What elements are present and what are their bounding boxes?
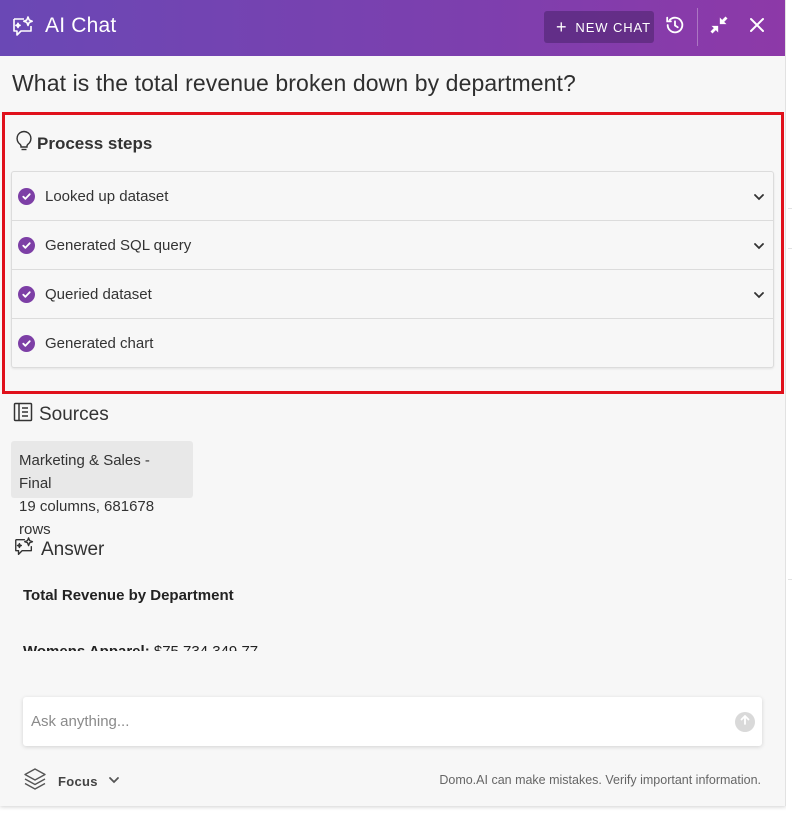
new-chat-button[interactable]: + NEW CHAT [544,11,654,43]
step-looked-up-dataset[interactable]: Looked up dataset [12,172,773,221]
check-circle-icon [18,187,35,205]
chevron-down-icon [753,239,765,251]
answer-content-clipped: Womens Apparel: $75,734,349.77 [23,643,423,651]
header-divider [697,8,698,46]
chevron-down-icon [753,288,765,300]
new-chat-label: NEW CHAT [575,19,651,35]
ai-chat-panel: AI Chat + NEW CHAT What is the total rev… [0,0,786,806]
sources-header: Sources [13,402,109,427]
check-circle-icon [18,335,35,352]
user-question: What is the total revenue broken down by… [12,70,576,96]
answer-heading: Total Revenue by Department [23,587,234,604]
collapse-button[interactable] [706,14,732,40]
chat-sparkle-icon [13,536,35,563]
sources-title: Sources [39,403,109,425]
source-name: Marketing & Sales - Final [19,452,150,492]
step-label: Generated SQL query [45,236,192,254]
plus-icon: + [556,17,568,37]
source-meta: 19 columns, 681678 rows [19,498,155,538]
check-circle-icon [18,285,35,303]
process-steps-list: Looked up dataset Generated SQL query Qu… [11,171,774,368]
close-icon [748,16,766,39]
step-generated-sql-query[interactable]: Generated SQL query [12,221,773,270]
lightbulb-icon [14,130,34,157]
chat-sparkle-icon [11,15,35,39]
document-list-icon [13,402,33,427]
close-button[interactable] [744,14,770,40]
process-steps-header: Process steps [14,130,152,157]
focus-dropdown[interactable]: Focus [22,766,120,797]
check-circle-icon [18,236,35,254]
chat-title: AI Chat [45,14,117,37]
chevron-down-icon [753,190,765,202]
answer-title: Answer [41,538,105,560]
answer-line-value: $75,734,349.77 [154,643,258,651]
history-icon [664,14,686,41]
step-label: Queried dataset [45,285,152,303]
step-generated-chart: Generated chart [12,319,773,368]
arrow-up-icon [739,713,751,731]
ai-disclaimer: Domo.AI can make mistakes. Verify import… [439,773,761,787]
collapse-icon [709,15,729,40]
ask-input[interactable] [31,697,721,746]
send-button[interactable] [735,712,755,732]
layers-icon [22,766,48,797]
step-queried-dataset[interactable]: Queried dataset [12,270,773,319]
step-label: Generated chart [45,335,154,352]
chevron-down-icon [108,773,120,791]
step-label: Looked up dataset [45,187,169,205]
answer-header: Answer [13,536,104,563]
process-steps-title: Process steps [37,133,153,153]
chat-header: AI Chat + NEW CHAT [0,0,785,56]
background-edge [786,0,792,815]
source-card[interactable]: Marketing & Sales - Final 19 columns, 68… [11,441,193,538]
answer-line-label: Womens Apparel: [23,643,150,651]
answer-line: Womens Apparel: $75,734,349.77 [23,643,258,651]
focus-label: Focus [58,774,98,789]
ask-input-container [23,697,762,746]
history-button[interactable] [662,14,688,40]
